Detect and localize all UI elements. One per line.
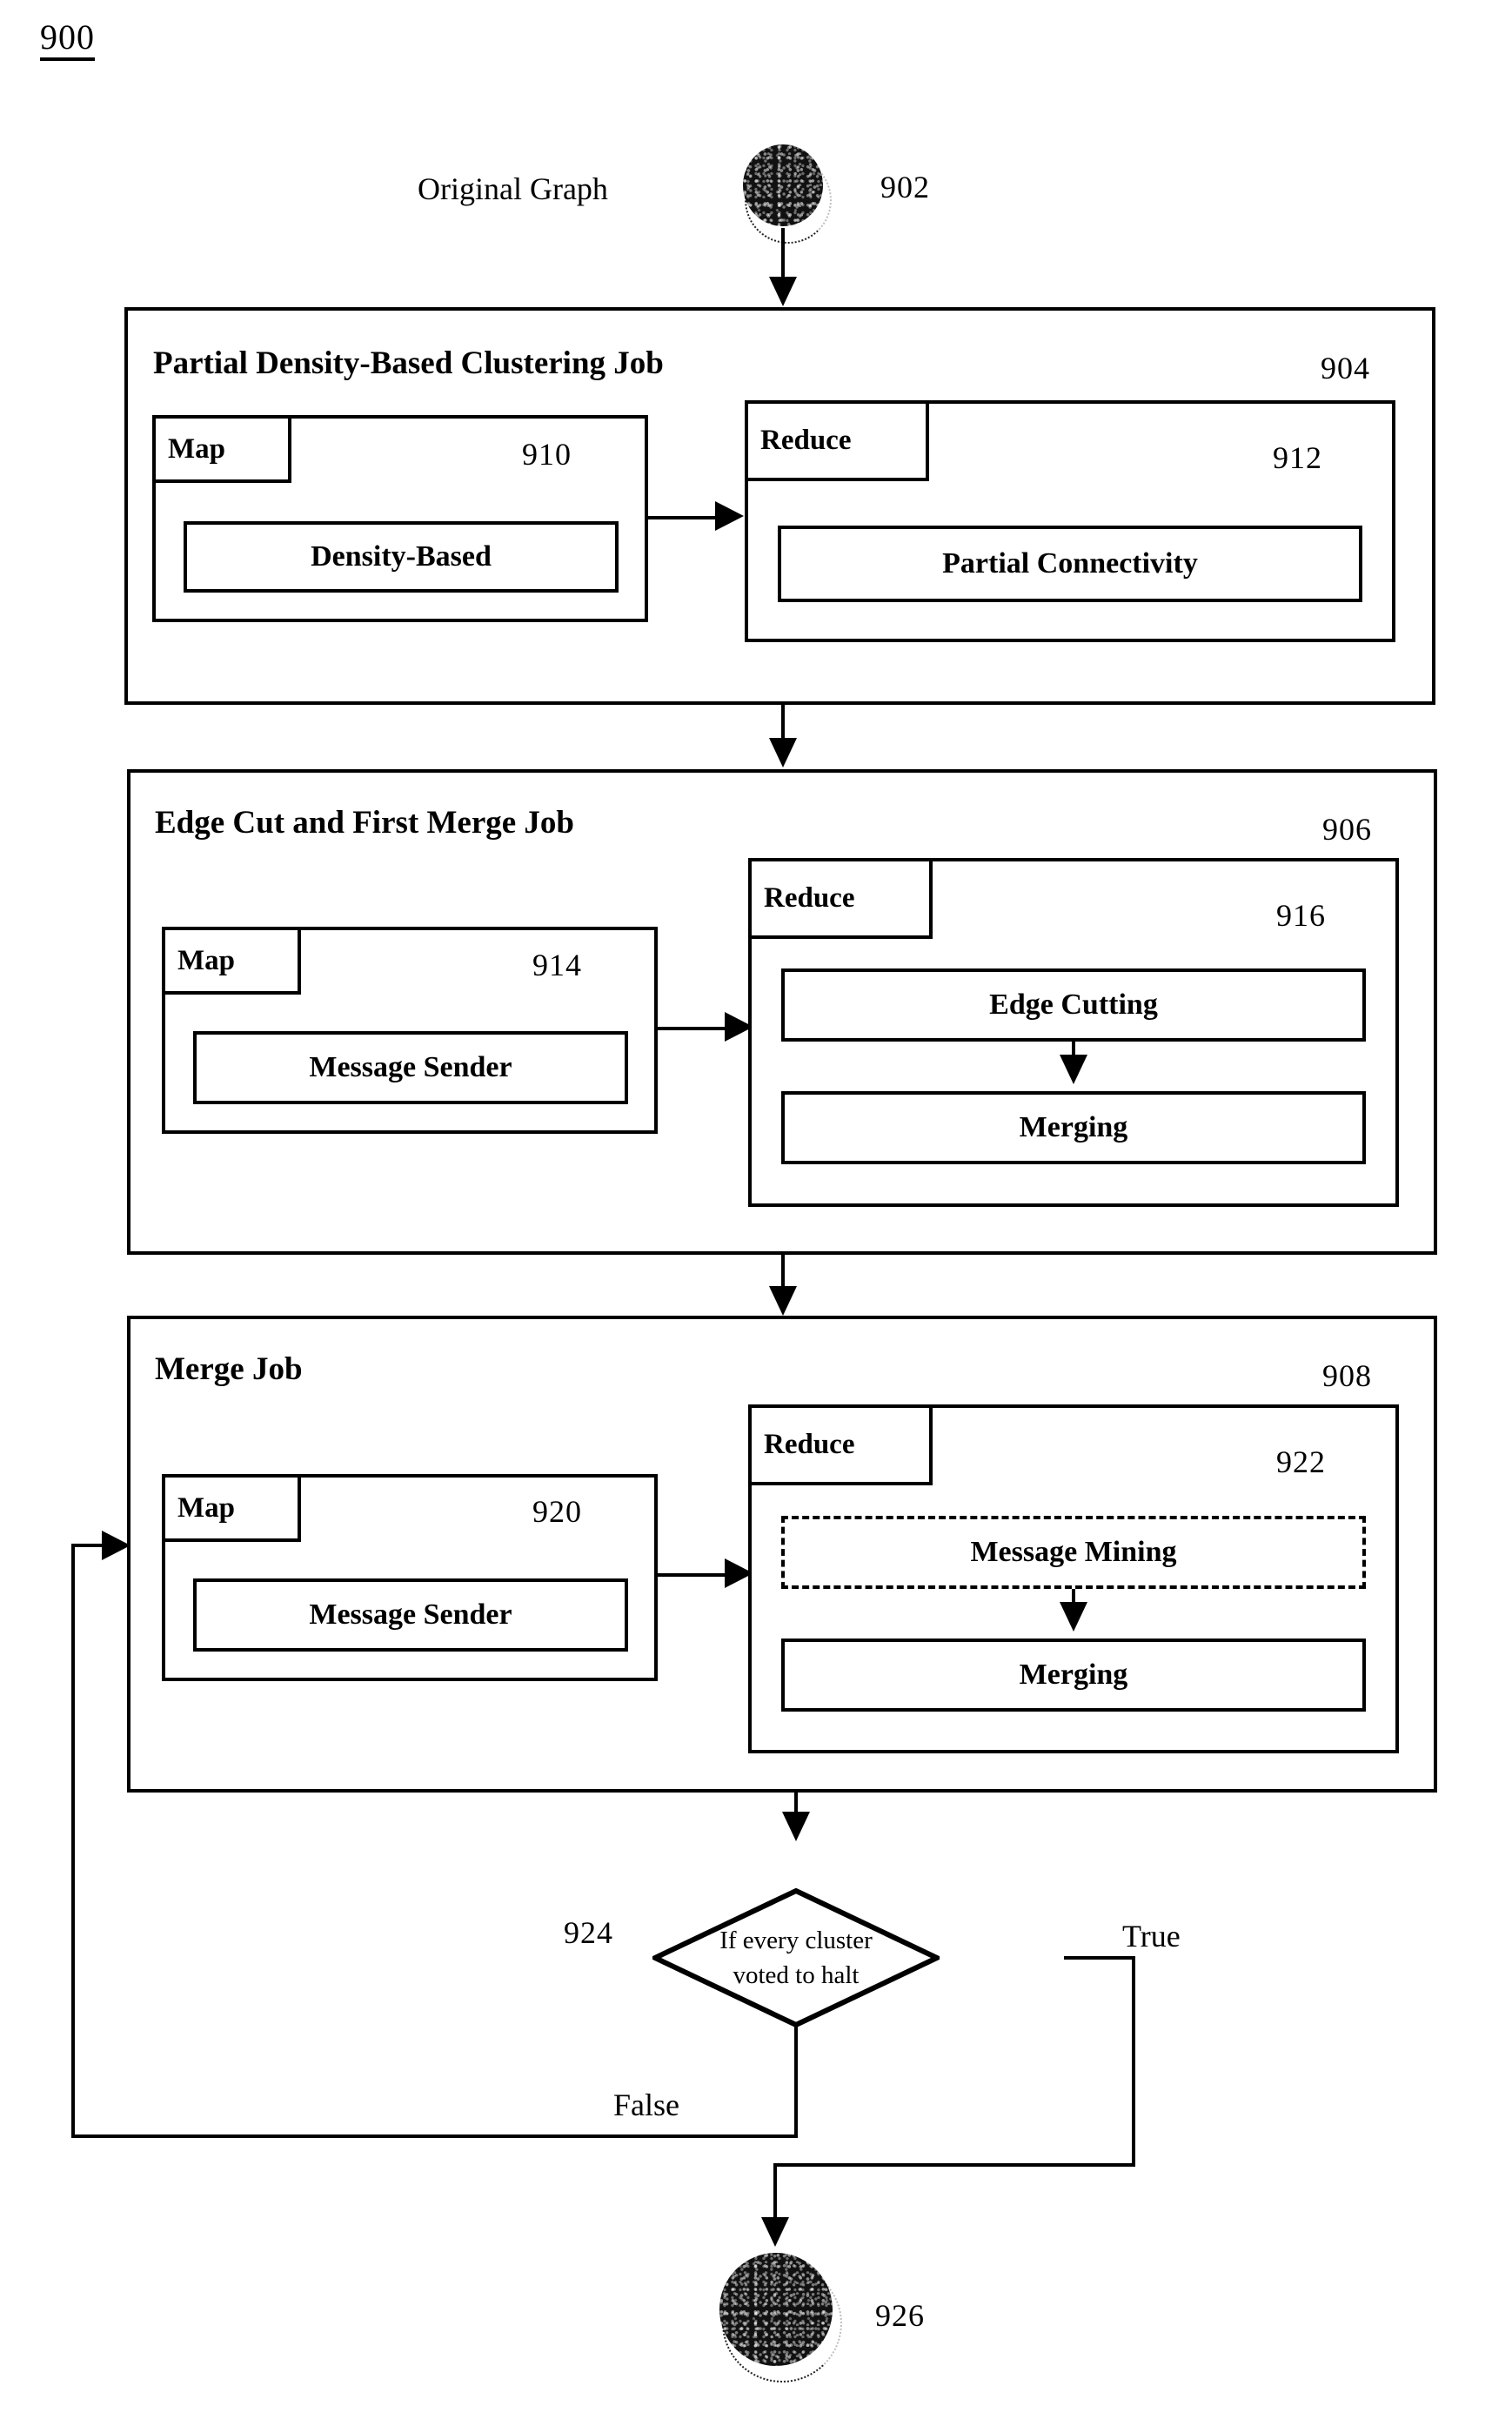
job-ref-3: 908 [1322, 1358, 1372, 1393]
decision-text-line1: If every cluster [719, 1927, 873, 1954]
job-ref-2: 906 [1322, 812, 1372, 847]
job-title-1: Partial Density-Based Clustering Job [153, 345, 664, 381]
false-branch-segment-v2 [71, 1544, 75, 2138]
op-box-merging-916: Merging [781, 1091, 1366, 1164]
reduce-tab-912: Reduce [745, 400, 929, 481]
true-branch-segment-v1 [1132, 1956, 1135, 2167]
end-node-ref: 926 [875, 2298, 925, 2333]
reduce-tab-922: Reduce [748, 1404, 933, 1485]
decision-ref: 924 [564, 1915, 613, 1950]
map-ref-920: 920 [532, 1494, 582, 1529]
op-box-partial-connectivity: Partial Connectivity [778, 526, 1362, 602]
start-node-circle [743, 144, 823, 226]
map-tab-920: Map [162, 1474, 301, 1542]
false-branch-segment-v1 [794, 2025, 798, 2138]
op-box-merging-922: Merging [781, 1639, 1366, 1712]
op-box-message-mining: Message Mining [781, 1516, 1366, 1589]
true-branch-segment-h2 [773, 2163, 1135, 2167]
op-box-message-sender-914: Message Sender [193, 1031, 628, 1104]
reduce-ref-922: 922 [1276, 1444, 1326, 1479]
connector-job1-to-job2-arrow [769, 738, 797, 767]
map-tab-910: Map [152, 415, 291, 483]
false-branch-arrow [102, 1531, 130, 1560]
op-box-message-sender-920: Message Sender [193, 1578, 628, 1652]
reduce-ref-912: 912 [1273, 440, 1322, 475]
connector-mining-to-merging-arrow [1060, 1602, 1087, 1632]
decision-text-line2: voted to halt [733, 1961, 860, 1989]
true-branch-segment-h1 [1064, 1956, 1135, 1960]
start-node-caption: Original Graph [418, 171, 608, 206]
job-title-2: Edge Cut and First Merge Job [155, 805, 574, 841]
end-node-circle [719, 2253, 833, 2366]
true-branch-arrow [761, 2217, 789, 2247]
op-box-edge-cutting: Edge Cutting [781, 968, 1366, 1042]
connector-job3-to-decision-arrow [782, 1812, 810, 1841]
job-ref-1: 904 [1321, 351, 1370, 385]
map-tab-914: Map [162, 927, 301, 995]
branch-label-false: False [613, 2088, 679, 2122]
map-ref-910: 910 [522, 437, 572, 472]
op-box-density-based: Density-Based [184, 521, 619, 593]
connector-job2-to-job3-arrow [769, 1286, 797, 1316]
branch-label-true: True [1122, 1919, 1181, 1954]
connector-start-to-job1-arrow [769, 277, 797, 306]
start-node-ref: 902 [880, 170, 930, 204]
connector-map1-to-reduce1-arrow [715, 501, 744, 531]
false-branch-segment-h1 [71, 2134, 798, 2138]
figure-canvas: 900 Original Graph 902 Partial Density-B… [0, 0, 1512, 2426]
reduce-ref-916: 916 [1276, 898, 1326, 933]
connector-start-to-job1-line [781, 228, 785, 284]
figure-number: 900 [40, 19, 95, 61]
reduce-tab-916: Reduce [748, 858, 933, 939]
map-ref-914: 914 [532, 948, 582, 982]
decision-diamond [652, 1888, 940, 2027]
job-title-3: Merge Job [155, 1351, 303, 1387]
connector-edgecutting-to-merging-arrow [1060, 1055, 1087, 1084]
